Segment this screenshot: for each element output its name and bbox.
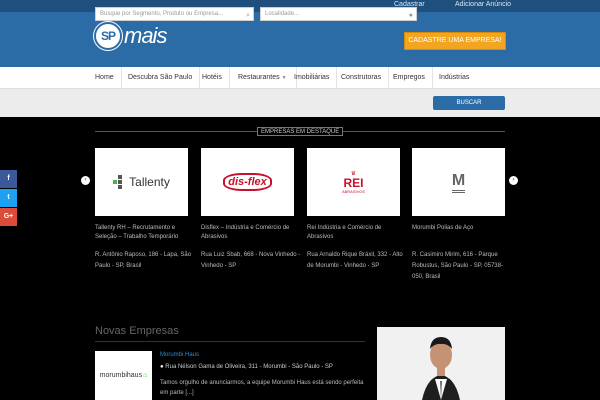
morumbi-logo: M bbox=[412, 148, 505, 216]
nav-item-industrias[interactable]: Indústrias bbox=[432, 67, 476, 89]
twitter-share-button[interactable]: t bbox=[0, 189, 17, 207]
map-pin-icon: ● bbox=[160, 364, 164, 370]
featured-card-name[interactable]: Morumbi Polias de Aço bbox=[412, 224, 512, 233]
logo-word: mais bbox=[124, 23, 167, 48]
location-placeholder: Localidade... bbox=[265, 11, 300, 17]
nav-item-descubra[interactable]: Descubra São Paulo bbox=[121, 67, 201, 89]
nav-item-construtoras[interactable]: Construtoras bbox=[334, 67, 390, 89]
disflex-logo: dis-flex bbox=[201, 148, 294, 216]
business-search-placeholder: Busque por Segmento, Produto ou Empresa.… bbox=[100, 11, 224, 17]
featured-card-address: Rua Arnaldo Rique Bráxil, 332 - Alto de … bbox=[307, 252, 403, 269]
morumbi-logo-text: M bbox=[451, 172, 466, 193]
logo-badge: SP bbox=[94, 22, 122, 50]
featured-card-name[interactable]: Rei Indústria e Comércio de Abrasivos bbox=[307, 224, 407, 242]
business-search-input[interactable]: Busque por Segmento, Produto ou Empresa.… bbox=[95, 7, 254, 21]
facebook-icon: f bbox=[7, 175, 10, 182]
cadastre-empresa-button[interactable]: CADASTRE UMA EMPRESA! bbox=[404, 32, 506, 50]
news-item-title[interactable]: Morumbi Haus bbox=[160, 352, 199, 358]
carousel-prev-arrow[interactable]: ‹ bbox=[81, 176, 90, 185]
nav-item-restaurantes-label: Restaurantes bbox=[238, 74, 280, 81]
house-icon: ⌂ bbox=[143, 372, 148, 379]
featured-card-morumbi[interactable]: M bbox=[412, 148, 505, 216]
nav-item-hoteis[interactable]: Hotéis bbox=[195, 67, 230, 89]
nav-item-home[interactable]: Home bbox=[88, 67, 122, 89]
person-photo-icon bbox=[377, 327, 505, 400]
featured-card-name[interactable]: Tallenty RH – Recrutamento e Seleção – T… bbox=[95, 224, 195, 242]
section-divider bbox=[95, 341, 365, 342]
nav-item-imobiliarias[interactable]: Imobiliárias bbox=[287, 67, 338, 89]
search-bar bbox=[0, 89, 600, 117]
main-nav: Home Descubra São Paulo Hotéis Restauran… bbox=[0, 67, 600, 89]
nav-item-empregos[interactable]: Empregos bbox=[386, 67, 433, 89]
rei-logo: ♛ REI ABRASIVOS bbox=[307, 148, 400, 216]
news-item-address: ● Rua Nélson Gama de Oliveira, 311 - Mor… bbox=[160, 364, 333, 370]
tallenty-logo: Tallenty bbox=[95, 148, 188, 216]
adicionar-anuncio-link[interactable]: Adicionar Anúncio bbox=[455, 1, 511, 8]
rei-logo-subtext: ABRASIVOS bbox=[341, 189, 366, 194]
rei-logo-text: REI bbox=[343, 176, 364, 190]
news-item-logo[interactable]: morumbihaus ⌂ bbox=[95, 351, 152, 400]
google-plus-share-button[interactable]: G+ bbox=[0, 208, 17, 226]
twitter-icon: t bbox=[7, 194, 10, 201]
featured-card-disflex[interactable]: dis-flex bbox=[201, 148, 294, 216]
news-item-address-text: Rua Nélson Gama de Oliveira, 311 - Morum… bbox=[165, 364, 333, 370]
profile-photo bbox=[377, 327, 505, 400]
featured-title: EMPRESAS EM DESTAQUE bbox=[257, 127, 344, 136]
morumbihaus-logo-text: morumbihaus bbox=[99, 372, 143, 379]
featured-card-tallenty[interactable]: Tallenty bbox=[95, 148, 188, 216]
google-plus-icon: G+ bbox=[3, 213, 14, 220]
map-pin-icon: ● bbox=[408, 12, 413, 19]
site-logo[interactable]: SP mais bbox=[94, 22, 167, 50]
location-input[interactable]: Localidade... ● bbox=[260, 7, 417, 21]
search-icon: ⌕ bbox=[246, 12, 250, 19]
carousel-next-arrow[interactable]: › bbox=[509, 176, 518, 185]
featured-card-rei[interactable]: ♛ REI ABRASIVOS bbox=[307, 148, 400, 216]
featured-card-address: R. Casimiro Mirim, 616 - Parque Robustus… bbox=[412, 252, 503, 280]
tallenty-mark-icon bbox=[113, 175, 123, 189]
search-button[interactable]: BUSCAR bbox=[433, 96, 505, 110]
tallenty-logo-text: Tallenty bbox=[129, 175, 170, 189]
facebook-share-button[interactable]: f bbox=[0, 170, 17, 188]
featured-card-name[interactable]: Disflex – Indústria e Comércio de Abrasi… bbox=[201, 224, 301, 242]
disflex-logo-text: dis-flex bbox=[223, 173, 272, 191]
featured-card-address: R. Antônio Raposo, 186 - Lapa, São Paulo… bbox=[95, 252, 192, 269]
news-item-description: Tamos orgulho de anunciarmos, a equipe M… bbox=[160, 380, 364, 396]
section-title: Novas Empresas bbox=[95, 325, 179, 337]
chevron-down-icon: ▼ bbox=[281, 75, 287, 81]
featured-card-address: Rua Luiz Sbab, 668 - Nova Vinhedo - Vinh… bbox=[201, 252, 301, 269]
